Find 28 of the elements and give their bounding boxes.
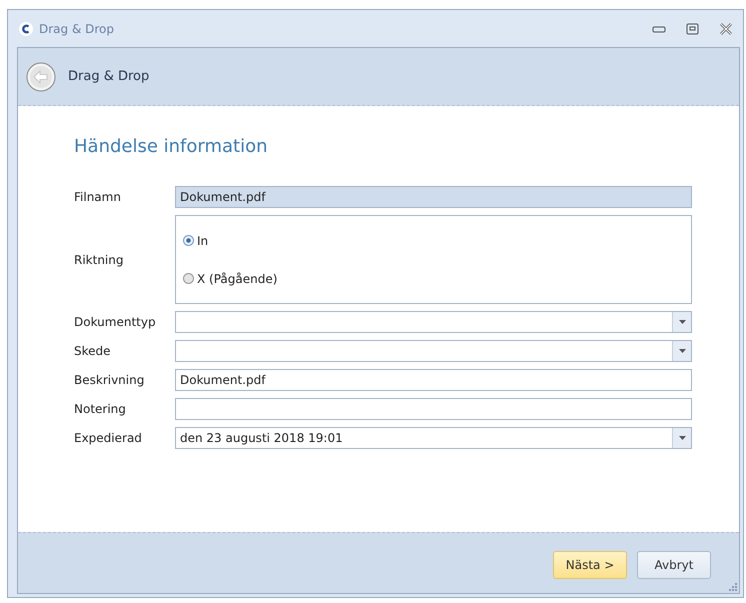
back-button[interactable] bbox=[26, 62, 56, 92]
section-title: Händelse information bbox=[74, 136, 269, 157]
resize-grip-icon[interactable] bbox=[729, 583, 737, 591]
field-label: Skede bbox=[74, 344, 112, 358]
field-label: Riktning bbox=[74, 252, 124, 266]
radio-button[interactable] bbox=[183, 235, 194, 246]
maximize-icon[interactable] bbox=[686, 22, 699, 34]
input-field[interactable] bbox=[175, 398, 692, 420]
dropdown-field[interactable] bbox=[175, 311, 692, 333]
radio-button[interactable] bbox=[183, 273, 194, 284]
field-label: Dokumenttyp bbox=[74, 315, 157, 329]
dropdown-field[interactable]: den 23 augusti 2018 19:01 bbox=[175, 427, 692, 449]
minimize-icon[interactable] bbox=[652, 24, 666, 32]
radio-label[interactable]: In bbox=[197, 234, 208, 248]
field-label: Notering bbox=[74, 402, 127, 416]
close-icon[interactable] bbox=[719, 22, 733, 34]
input-field[interactable]: Dokument.pdf bbox=[175, 369, 692, 391]
field-label: Filnamn bbox=[74, 190, 122, 204]
field-label: Expedierad bbox=[74, 431, 143, 445]
header-title: Drag & Drop bbox=[68, 69, 150, 84]
next-button[interactable]: Nästa > bbox=[553, 551, 627, 579]
radio-label[interactable]: X (Pågående) bbox=[197, 272, 278, 286]
app-logo-icon bbox=[19, 22, 33, 36]
input-field[interactable]: Dokument.pdf bbox=[175, 186, 692, 208]
field-label: Beskrivning bbox=[74, 373, 146, 387]
dropdown-field[interactable] bbox=[175, 340, 692, 362]
window-title: Drag & Drop bbox=[39, 22, 114, 36]
cancel-button[interactable]: Avbryt bbox=[637, 551, 711, 579]
